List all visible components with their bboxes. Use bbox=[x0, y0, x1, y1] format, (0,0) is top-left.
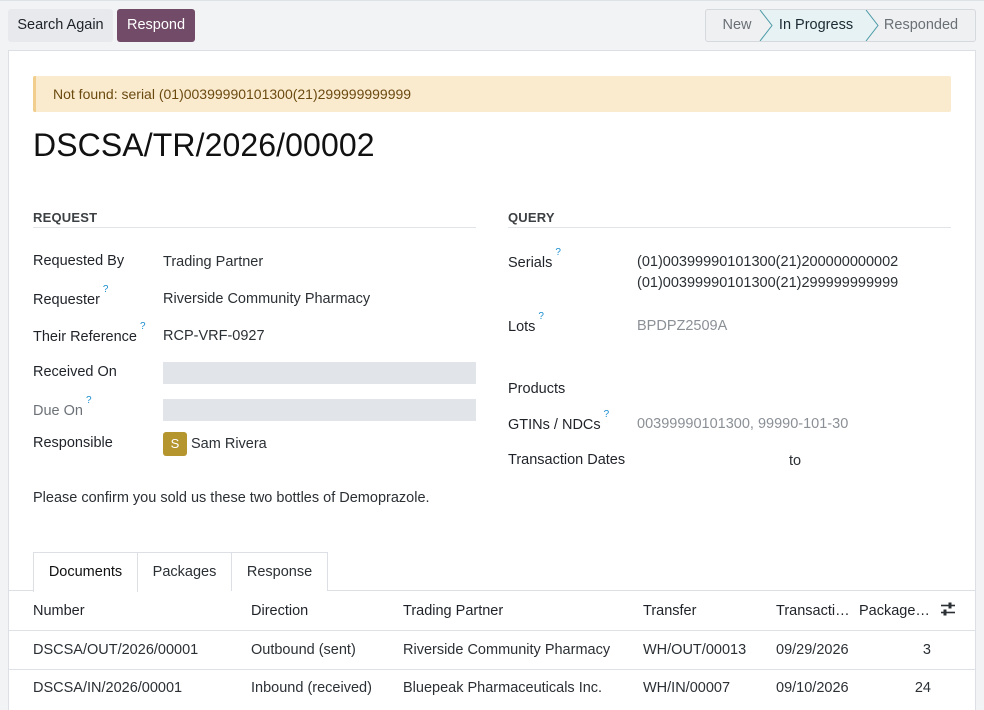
tab-documents[interactable]: Documents bbox=[33, 552, 138, 592]
form-sheet: Not found: serial (01)00399990101300(21)… bbox=[8, 50, 976, 710]
column-settings-icon[interactable] bbox=[940, 601, 956, 617]
cell-packages: 24 bbox=[914, 680, 931, 696]
help-icon[interactable]: ? bbox=[555, 247, 561, 258]
cell-transfer: WH/IN/00007 bbox=[643, 680, 731, 696]
request-section-divider bbox=[33, 227, 476, 228]
query-section-divider bbox=[508, 227, 951, 228]
transaction-dates-label: Transaction Dates bbox=[508, 452, 626, 468]
gtins-label: GTINs / NDCs? bbox=[508, 409, 610, 433]
serials-label: Serials? bbox=[508, 247, 561, 271]
column-header-number[interactable]: Number bbox=[33, 603, 85, 619]
help-icon[interactable]: ? bbox=[604, 409, 610, 420]
serial-line: (01)00399990101300(21)200000000002 bbox=[637, 254, 899, 270]
avatar: S bbox=[163, 432, 187, 456]
respond-button[interactable]: Respond bbox=[117, 9, 195, 42]
requester-label: Requester? bbox=[33, 284, 109, 308]
stage-new[interactable]: New bbox=[706, 10, 768, 41]
received-on-label: Received On bbox=[33, 364, 117, 380]
cell-direction: Outbound (sent) bbox=[251, 642, 356, 658]
tab-packages[interactable]: Packages bbox=[137, 552, 232, 591]
cell-transaction-date: 09/29/2026 bbox=[776, 642, 849, 658]
requested-by-value[interactable]: Trading Partner bbox=[163, 254, 263, 270]
cell-direction: Inbound (received) bbox=[251, 680, 372, 696]
cell-transfer: WH/OUT/00013 bbox=[643, 642, 747, 658]
their-reference-label: Their Reference? bbox=[33, 321, 146, 345]
help-icon[interactable]: ? bbox=[140, 321, 146, 332]
query-section-title: QUERY bbox=[508, 210, 555, 225]
column-header-transfer[interactable]: Transfer bbox=[643, 603, 696, 619]
cell-number: DSCSA/OUT/2026/00001 bbox=[33, 642, 199, 658]
request-note: Please confirm you sold us these two bot… bbox=[33, 490, 430, 506]
stage-in-progress[interactable]: In Progress bbox=[761, 10, 871, 41]
products-label: Products bbox=[508, 381, 566, 397]
record-title: DSCSA/TR/2026/00002 bbox=[33, 127, 375, 163]
table-header-divider bbox=[9, 630, 975, 631]
cell-trading-partner: Bluepeak Pharmaceuticals Inc. bbox=[403, 680, 603, 696]
lots-label: Lots? bbox=[508, 311, 544, 335]
column-header-transaction-date[interactable]: Transacti… bbox=[776, 603, 850, 619]
transaction-dates-to: to bbox=[789, 453, 802, 469]
column-header-packages[interactable]: Package… bbox=[859, 603, 930, 619]
gtins-value: 00399990101300, 99990-101-30 bbox=[637, 416, 849, 432]
responsible-value[interactable]: Sam Rivera bbox=[191, 436, 267, 452]
top-border bbox=[0, 0, 984, 1]
column-header-direction[interactable]: Direction bbox=[251, 603, 308, 619]
requester-value[interactable]: Riverside Community Pharmacy bbox=[163, 291, 370, 307]
cell-packages: 3 bbox=[922, 642, 931, 658]
column-header-trading-partner[interactable]: Trading Partner bbox=[403, 603, 503, 619]
help-icon[interactable]: ? bbox=[103, 284, 109, 295]
status-bar: New In Progress Responded bbox=[705, 9, 976, 42]
tab-response[interactable]: Response bbox=[231, 552, 328, 591]
help-icon[interactable]: ? bbox=[86, 395, 92, 406]
table-row-divider bbox=[9, 669, 975, 670]
cell-transaction-date: 09/10/2026 bbox=[776, 680, 849, 696]
cell-trading-partner: Riverside Community Pharmacy bbox=[403, 642, 611, 658]
request-section-title: REQUEST bbox=[33, 210, 98, 225]
due-on-label: Due On? bbox=[33, 395, 92, 419]
serial-line: (01)00399990101300(21)299999999999 bbox=[637, 275, 899, 291]
due-on-field[interactable] bbox=[163, 399, 476, 421]
received-on-field[interactable] bbox=[163, 362, 476, 384]
help-icon[interactable]: ? bbox=[538, 311, 544, 322]
stage-responded[interactable]: Responded bbox=[866, 10, 975, 41]
requested-by-label: Requested By bbox=[33, 253, 125, 269]
their-reference-value[interactable]: RCP-VRF-0927 bbox=[163, 328, 265, 344]
responsible-label: Responsible bbox=[33, 435, 113, 451]
lots-value: BPDPZ2509A bbox=[637, 318, 728, 334]
warning-alert: Not found: serial (01)00399990101300(21)… bbox=[33, 76, 951, 112]
search-again-button[interactable]: Search Again bbox=[8, 9, 113, 42]
cell-number: DSCSA/IN/2026/00001 bbox=[33, 680, 183, 696]
